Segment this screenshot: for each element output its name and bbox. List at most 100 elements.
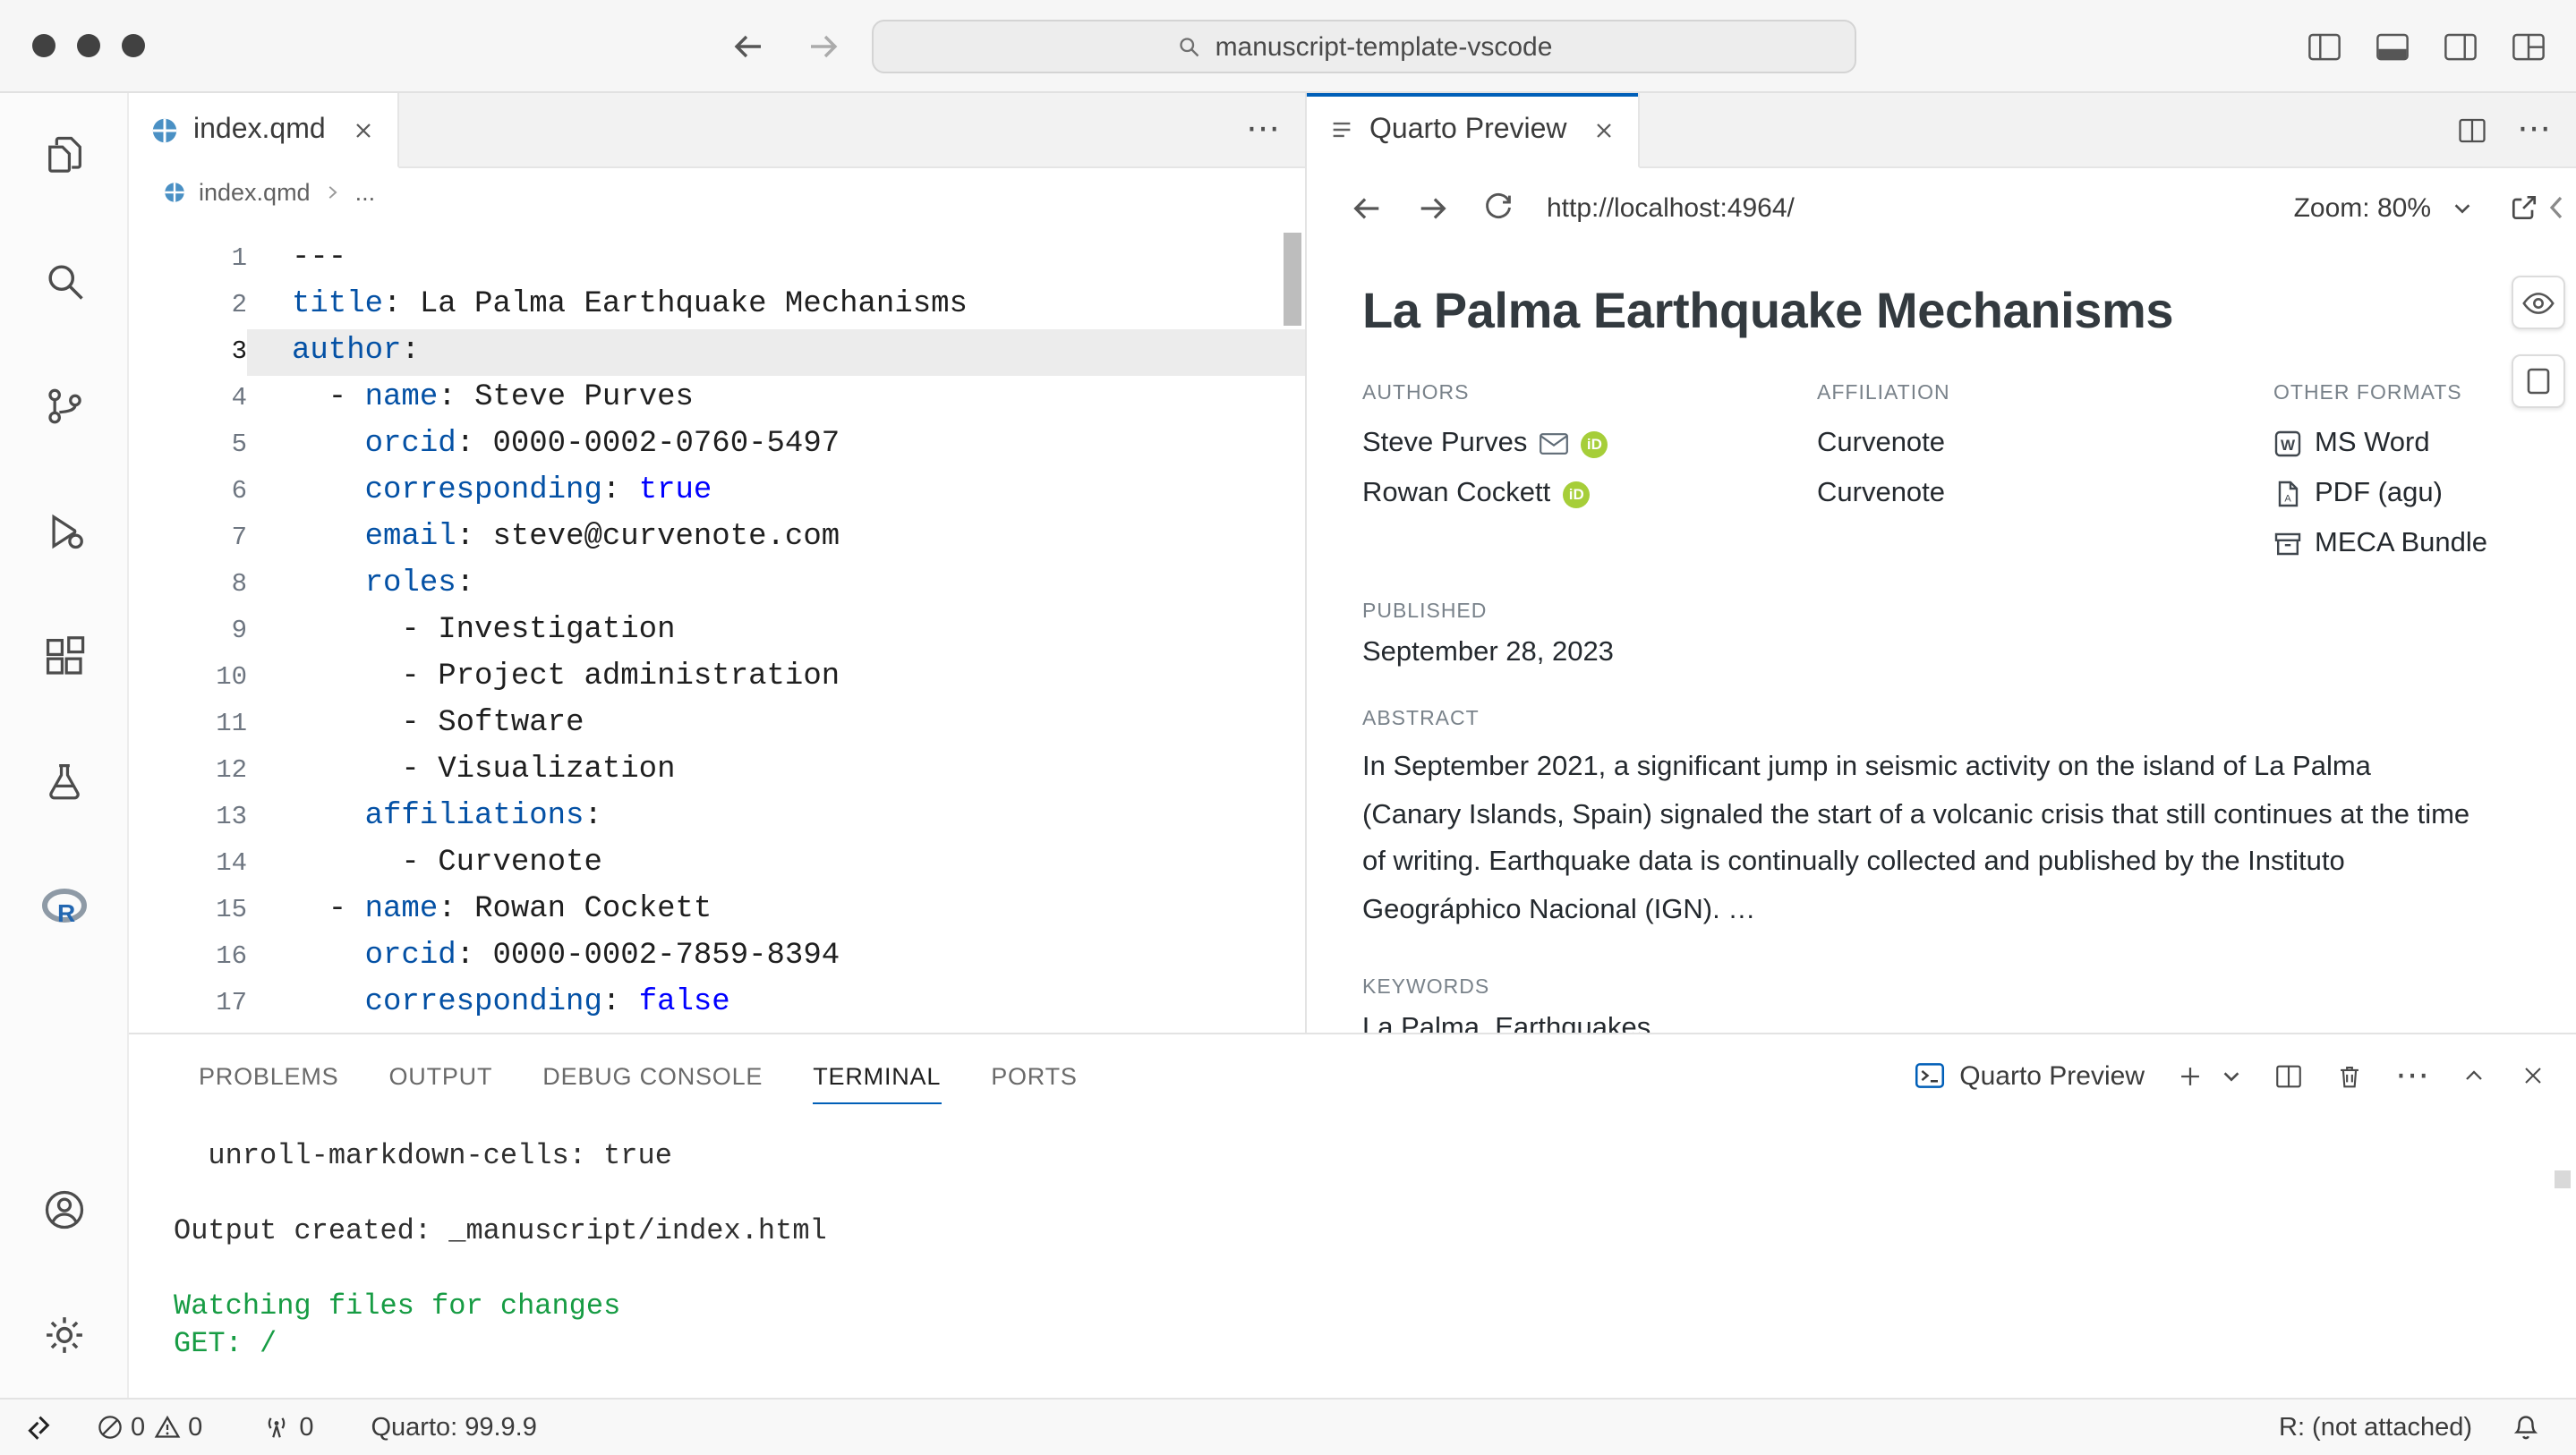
history-forward-button[interactable]	[806, 29, 841, 64]
panel-tab-terminal[interactable]: TERMINAL	[788, 1034, 966, 1117]
ports-status-button[interactable]: 0	[249, 1400, 328, 1455]
code-line[interactable]: 3author:	[129, 329, 1305, 376]
code-line[interactable]: 15 - name: Rowan Cockett	[129, 888, 1305, 934]
orcid-icon[interactable]: iD	[1563, 481, 1590, 507]
terminal-dropdown-chevron-icon[interactable]	[2220, 1064, 2243, 1087]
email-icon[interactable]	[1540, 433, 1568, 455]
maximize-panel-chevron-icon[interactable]	[2460, 1061, 2488, 1090]
status-bar: 0 0 0 Quarto: 99.9.9 R: (not attached)	[0, 1398, 2576, 1455]
activity-accounts[interactable]	[0, 1147, 128, 1272]
close-panel-button[interactable]	[2519, 1061, 2547, 1090]
format-link[interactable]: APDF (agu)	[2273, 469, 2522, 519]
close-window-button[interactable]	[32, 34, 55, 57]
activity-testing[interactable]	[0, 719, 128, 845]
terminal-instance-select[interactable]: Quarto Preview	[1913, 1059, 2145, 1092]
terminal-line: GET: /	[174, 1326, 2576, 1364]
panel-more-actions-button[interactable]: ⋯	[2395, 1059, 2429, 1093]
activity-search[interactable]	[0, 218, 128, 344]
editor-more-actions-button[interactable]: ⋯	[1246, 113, 1280, 147]
quarto-version-status[interactable]: Quarto: 99.9.9	[356, 1400, 550, 1455]
problems-status-button[interactable]: 0 0	[82, 1400, 217, 1455]
activity-source-control[interactable]	[0, 344, 128, 469]
terminal-line: Watching files for changes	[174, 1289, 2576, 1326]
kill-terminal-button[interactable]	[2334, 1060, 2365, 1091]
code-line[interactable]: 6 corresponding: true	[129, 469, 1305, 515]
maximize-window-button[interactable]	[122, 34, 145, 57]
note-icon	[2526, 367, 2551, 396]
activity-settings[interactable]	[0, 1272, 128, 1398]
code-line[interactable]: 11 - Software	[129, 702, 1305, 748]
line-number: 6	[129, 469, 247, 515]
minimize-window-button[interactable]	[77, 34, 100, 57]
preview-visibility-button[interactable]	[2512, 276, 2565, 329]
orcid-icon[interactable]: iD	[1581, 430, 1608, 457]
panel-tab-output[interactable]: OUTPUT	[363, 1034, 517, 1117]
abstract-label: ABSTRACT	[1362, 709, 2476, 730]
code-line-text: - Project administration	[247, 655, 1305, 702]
terminal-icon	[1913, 1059, 1945, 1092]
toggle-panel-button[interactable]	[2374, 28, 2411, 65]
code-line[interactable]: 1---	[129, 236, 1305, 283]
terminal-line	[174, 1251, 2576, 1289]
code-line[interactable]: 16 orcid: 0000-0002-7859-8394	[129, 934, 1305, 981]
format-link[interactable]: WMS Word	[2273, 419, 2522, 469]
activity-bar: R	[0, 93, 129, 1398]
activity-r-extension[interactable]: R	[0, 845, 128, 970]
code-line[interactable]: 5 orcid: 0000-0002-0760-5497	[129, 422, 1305, 469]
activity-extensions[interactable]	[0, 594, 128, 719]
code-line[interactable]: 7 email: steve@curvenote.com	[129, 515, 1305, 562]
breadcrumb-file[interactable]: index.qmd	[199, 178, 311, 205]
line-number: 13	[129, 795, 247, 841]
toggle-sidebar-left-button[interactable]	[2306, 28, 2343, 65]
open-external-button[interactable]	[2508, 191, 2540, 224]
affiliation-label: AFFILIATION	[1817, 383, 2273, 404]
panel-tab-problems[interactable]: PROBLEMS	[174, 1034, 363, 1117]
preview-back-button[interactable]	[1350, 191, 1384, 225]
remote-indicator-button[interactable]	[0, 1400, 82, 1455]
command-center-search[interactable]: manuscript-template-vscode	[872, 20, 1856, 73]
preview-note-button[interactable]	[2512, 354, 2565, 408]
code-line[interactable]: 4 - name: Steve Purves	[129, 376, 1305, 422]
code-editor[interactable]: 1---2title: La Palma Earthquake Mechanis…	[129, 215, 1305, 1033]
preview-forward-button[interactable]	[1416, 191, 1450, 225]
format-link[interactable]: MECA Bundle	[2273, 519, 2522, 569]
toggle-sidebar-right-button[interactable]	[2442, 28, 2479, 65]
split-editor-icon[interactable]	[2456, 114, 2488, 146]
code-line[interactable]: 17 corresponding: false	[129, 981, 1305, 1027]
code-line[interactable]: 14 - Curvenote	[129, 841, 1305, 888]
notifications-button[interactable]	[2497, 1413, 2555, 1442]
terminal-output[interactable]: unroll-markdown-cells: true Output creat…	[129, 1117, 2576, 1398]
r-session-status[interactable]: R: (not attached)	[2265, 1413, 2486, 1442]
zoom-select[interactable]: Zoom: 80%	[2294, 192, 2431, 223]
document-title: La Palma Earthquake Mechanisms	[1362, 283, 2504, 340]
close-tab-icon[interactable]	[1592, 117, 1617, 142]
breadcrumb-more[interactable]: ...	[355, 178, 376, 205]
chevron-down-icon[interactable]	[2451, 196, 2474, 219]
panel-tab-ports[interactable]: PORTS	[966, 1034, 1103, 1117]
activity-explorer[interactable]	[0, 93, 128, 218]
editor-scrollbar-thumb[interactable]	[1284, 233, 1301, 326]
tab-quarto-preview[interactable]: Quarto Preview	[1307, 93, 1641, 168]
preview-refresh-button[interactable]	[1482, 191, 1514, 224]
code-line[interactable]: 2title: La Palma Earthquake Mechanisms	[129, 283, 1305, 329]
customize-layout-button[interactable]	[2510, 28, 2547, 65]
collapse-panel-chevron-icon[interactable]	[2546, 193, 2567, 222]
activity-run-debug[interactable]	[0, 469, 128, 594]
code-line[interactable]: 8 roles:	[129, 562, 1305, 608]
bell-icon	[2512, 1413, 2540, 1442]
preview-url-input[interactable]: http://localhost:4964/	[1547, 192, 1795, 223]
panel-header: PROBLEMSOUTPUTDEBUG CONSOLETERMINALPORTS…	[129, 1034, 2576, 1117]
terminal-scrollbar[interactable]	[2555, 1170, 2571, 1188]
history-back-button[interactable]	[730, 29, 766, 64]
code-line[interactable]: 12 - Visualization	[129, 748, 1305, 795]
preview-more-actions-button[interactable]: ⋯	[2517, 113, 2551, 147]
tab-index-qmd[interactable]: index.qmd	[129, 93, 399, 168]
close-tab-icon[interactable]	[351, 117, 376, 142]
line-number: 5	[129, 422, 247, 469]
code-line[interactable]: 10 - Project administration	[129, 655, 1305, 702]
split-terminal-button[interactable]	[2273, 1060, 2304, 1091]
new-terminal-button[interactable]	[2175, 1060, 2205, 1091]
panel-tab-debug-console[interactable]: DEBUG CONSOLE	[517, 1034, 788, 1117]
code-line[interactable]: 13 affiliations:	[129, 795, 1305, 841]
code-line[interactable]: 9 - Investigation	[129, 608, 1305, 655]
